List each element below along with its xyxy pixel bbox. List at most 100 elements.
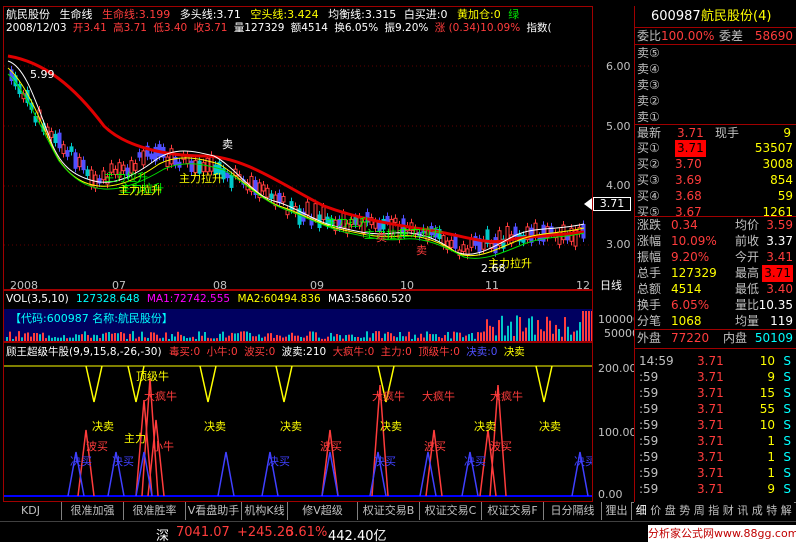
status-index: 7041.07 bbox=[176, 525, 230, 540]
kline-annotation: 卖 bbox=[376, 231, 387, 244]
volume-bar bbox=[522, 331, 524, 341]
volume-bar bbox=[339, 335, 341, 341]
price-tag bbox=[584, 198, 592, 210]
bottom-tab[interactable]: 修V超级MACD bbox=[288, 502, 358, 535]
volume-bar bbox=[297, 335, 299, 341]
volume-bar bbox=[276, 334, 278, 341]
tick-price: 3.71 bbox=[697, 434, 724, 448]
tick-row: :59 3.71 1 S bbox=[635, 433, 796, 449]
yellow-add-value: 黄加仓:0 bbox=[457, 8, 501, 21]
volume-bar bbox=[351, 334, 353, 341]
stat-label-2: 最高 bbox=[735, 266, 760, 280]
kline-chart[interactable]: 主力拉升主力拉升主力拉升主力拉升主力拉升主力拉升主力拉升卖卖卖主力拉升 bbox=[4, 36, 592, 276]
volume-bar bbox=[435, 334, 437, 341]
bottom-tab[interactable]: 日分隔线 bbox=[544, 502, 602, 520]
quote-tab[interactable]: 成 bbox=[750, 502, 765, 520]
bottom-tab[interactable]: 机构K线 bbox=[242, 502, 288, 520]
stat-row: 总额 4514 最低 3.40 bbox=[635, 281, 796, 298]
bottom-tab[interactable]: V看盘助手 bbox=[186, 502, 242, 520]
volume-bar bbox=[72, 337, 74, 341]
volume-bar bbox=[330, 332, 332, 341]
sell-signal bbox=[275, 365, 293, 403]
volume-bar bbox=[432, 334, 434, 341]
tick-volume: 1 bbox=[767, 450, 775, 464]
main-ytick: 4.00 bbox=[606, 179, 631, 192]
quote-tab[interactable]: 解 bbox=[779, 502, 794, 520]
volume-bar bbox=[558, 328, 560, 341]
candle-body bbox=[505, 226, 510, 241]
stat-value-2: 3.59 bbox=[766, 218, 793, 232]
stat-value: 0.34 bbox=[671, 218, 698, 232]
main-xtick: 09 bbox=[310, 279, 324, 292]
indicator-chart: 顶级牛大疯牛 大疯牛 大疯牛决卖 决卖 决卖 决卖 决卖 决卖主力小牛 波买 波买 波买 波买决买 决买… bbox=[4, 365, 592, 497]
bottom-tab[interactable]: 狸出 bbox=[602, 502, 632, 520]
sell-row[interactable]: 卖③ bbox=[635, 77, 796, 94]
volume-bar bbox=[285, 336, 287, 341]
volume-bar bbox=[504, 335, 506, 341]
bottom-tab[interactable]: 很准加强 bbox=[62, 502, 124, 520]
quote-tab[interactable]: 周 bbox=[692, 502, 707, 520]
buy-row[interactable]: 买③ 3.69 854 bbox=[635, 172, 796, 189]
tick-time: :59 bbox=[639, 418, 659, 432]
candle-body bbox=[165, 156, 170, 167]
stat-value: 9.20% bbox=[671, 250, 710, 264]
volume-bar bbox=[318, 337, 320, 341]
quote-tab[interactable]: 细 bbox=[634, 502, 649, 520]
main-ytick: 3.00 bbox=[606, 238, 631, 251]
stat-label-2: 今开 bbox=[735, 250, 760, 264]
ind-item-1: 小牛:0 bbox=[206, 346, 238, 358]
tick-row: :59 3.71 9 S bbox=[635, 481, 796, 497]
candle-body bbox=[393, 217, 398, 223]
tick-rows[interactable]: 14:59 3.71 10 S:59 3.71 9 S:59 3.71 15 S:59 3.71 55… bbox=[635, 348, 796, 502]
volume-bar bbox=[480, 332, 482, 341]
volume-bar bbox=[252, 336, 254, 341]
volume-bar bbox=[396, 337, 398, 341]
volume-bar bbox=[336, 334, 338, 341]
volume-bar bbox=[198, 331, 200, 341]
quote-tab[interactable]: 指 bbox=[706, 502, 721, 520]
sell-row[interactable]: 卖④ bbox=[635, 61, 796, 78]
buy-row[interactable]: 买④ 3.68 59 bbox=[635, 188, 796, 205]
tick-row: :59 3.71 15 S bbox=[635, 385, 796, 401]
indicator-label: 波买 bbox=[320, 440, 342, 453]
volume-bar bbox=[93, 334, 95, 341]
volume-bar bbox=[465, 335, 467, 341]
volume-bar bbox=[225, 337, 227, 341]
main-xtick: 10 bbox=[400, 279, 414, 292]
bottom-tab[interactable]: 很准胜率 bbox=[124, 502, 186, 520]
sell-row[interactable]: 卖② bbox=[635, 93, 796, 110]
tick-price: 3.71 bbox=[697, 386, 724, 400]
weicha-label: 委差 bbox=[719, 29, 744, 43]
volume-bar bbox=[384, 333, 386, 341]
volume-header: VOL(3,5,10) 127328.648 MA1:72742.555 MA2… bbox=[6, 293, 411, 306]
bottom-tab[interactable]: KDJ bbox=[0, 502, 62, 520]
quote-tab[interactable]: 特 bbox=[764, 502, 779, 520]
volume-bar bbox=[447, 331, 449, 341]
quote-tab[interactable]: 价 bbox=[648, 502, 663, 520]
buy-row[interactable]: 买① 3.71 53507 bbox=[635, 140, 796, 157]
tick-price: 3.71 bbox=[697, 466, 724, 480]
buy-price: 3.71 bbox=[675, 140, 706, 157]
quote-tab[interactable]: 势 bbox=[677, 502, 692, 520]
volume-bar bbox=[552, 333, 554, 341]
volume-bar bbox=[51, 337, 53, 341]
indicator-label: 决卖 bbox=[380, 420, 402, 433]
bottom-tab[interactable]: 权证交易F bbox=[482, 502, 544, 520]
bottom-tab[interactable]: 权证交易B bbox=[358, 502, 420, 520]
volume-bar bbox=[255, 336, 257, 341]
buy-row[interactable]: 买② 3.70 3008 bbox=[635, 156, 796, 173]
candle-body bbox=[69, 146, 74, 152]
open-value: 开3.41 bbox=[72, 22, 107, 34]
stat-value-2: 119 bbox=[770, 314, 793, 328]
quote-tab[interactable]: 财 bbox=[721, 502, 736, 520]
bottom-tab[interactable]: 权证交易C bbox=[420, 502, 482, 520]
volume-bar bbox=[102, 333, 104, 341]
volume-bar bbox=[48, 335, 50, 341]
ind-ytick: 200.00 bbox=[598, 362, 637, 375]
volume-bar bbox=[474, 338, 476, 341]
volume-bar bbox=[303, 337, 305, 341]
sell-row[interactable]: 卖⑤ bbox=[635, 45, 796, 62]
outer-label: 外盘 bbox=[637, 331, 662, 345]
quote-tab[interactable]: 盘 bbox=[663, 502, 678, 520]
quote-tab[interactable]: 讯 bbox=[735, 502, 750, 520]
